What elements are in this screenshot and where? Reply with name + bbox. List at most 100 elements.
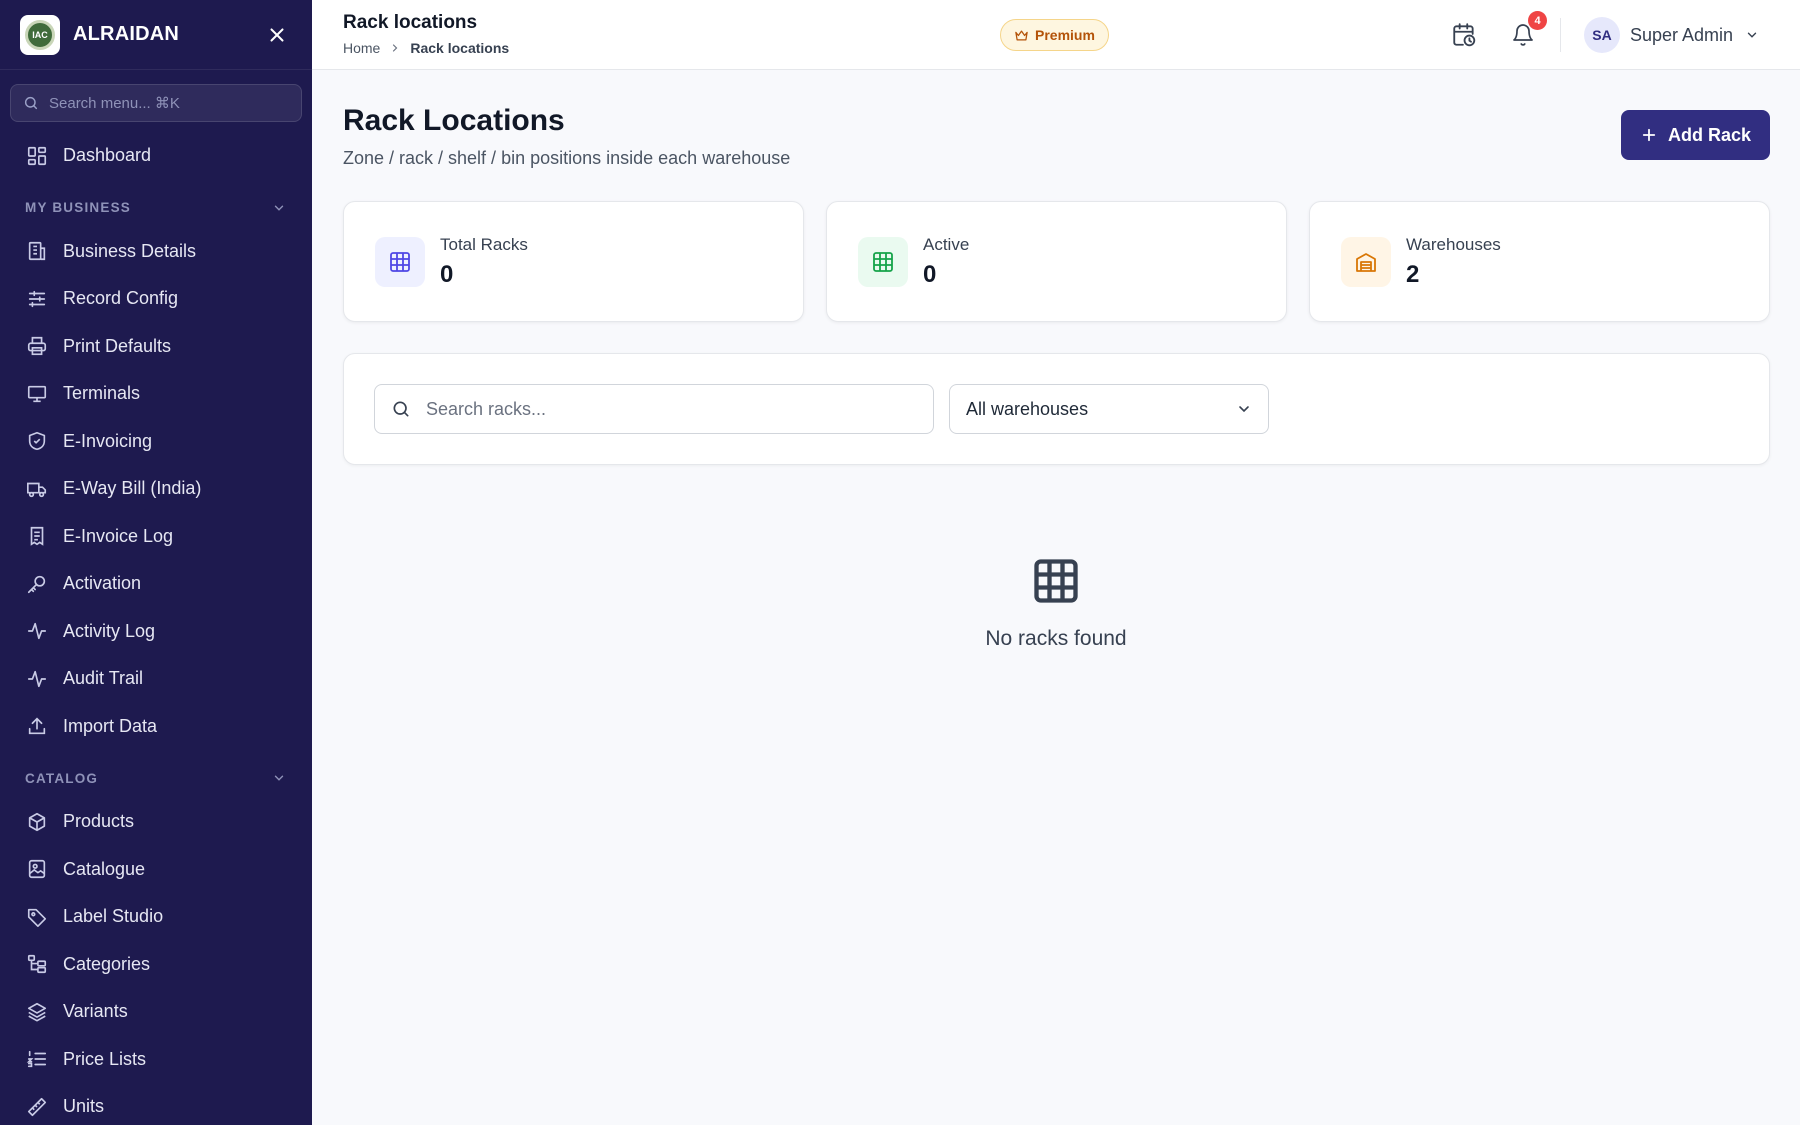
sidebar-item-label: Label Studio [63, 906, 164, 927]
key-icon [27, 575, 46, 593]
page-title: Rack Locations [343, 104, 565, 137]
stat-value: 0 [440, 261, 454, 288]
sidebar-item-activity-log[interactable]: Activity Log [0, 608, 312, 656]
add-rack-button[interactable]: Add Rack [1621, 110, 1770, 160]
sidebar-item-label-studio[interactable]: Label Studio [0, 893, 312, 941]
stat-icon-box [858, 237, 908, 287]
sidebar-item-label: E-Way Bill (India) [63, 478, 202, 499]
sidebar-item-price-lists[interactable]: Price Lists [0, 1036, 312, 1084]
chevron-down-icon [274, 775, 284, 781]
section-my-business[interactable]: MY BUSINESS [0, 188, 312, 228]
close-icon [270, 27, 284, 42]
ruler-icon [27, 1097, 47, 1116]
sidebar-item-terminals[interactable]: Terminals [0, 370, 312, 418]
empty-state: No racks found [312, 555, 1800, 651]
image-icon [28, 860, 46, 879]
sidebar-item-record-config[interactable]: Record Config [0, 275, 312, 323]
sliders-icon [28, 290, 46, 307]
truck-icon [27, 482, 47, 497]
sidebar-item-business-details[interactable]: Business Details [0, 228, 312, 276]
grid-icon [390, 252, 410, 272]
activity-icon [27, 623, 47, 640]
sidebar-item-e-invoice-log[interactable]: E-Invoice Log [0, 513, 312, 561]
close-sidebar-button[interactable] [262, 20, 292, 50]
sidebar-item-print-defaults[interactable]: Print Defaults [0, 323, 312, 371]
sidebar-item-label: Terminals [63, 383, 141, 404]
sidebar-item-label: Audit Trail [63, 668, 144, 689]
grid-icon [873, 252, 893, 272]
breadcrumb-home[interactable]: Home [343, 40, 380, 56]
sidebar-item-label: Business Details [63, 240, 197, 261]
user-menu[interactable]: SA Super Admin [1584, 17, 1759, 53]
chevron-down-icon [1745, 28, 1759, 42]
plus-icon [1642, 128, 1656, 142]
sidebar-item-e-invoicing[interactable]: E-Invoicing [0, 418, 312, 466]
dashboard-icon [27, 146, 47, 165]
rack-search[interactable] [374, 384, 934, 434]
stat-icon-box [1341, 237, 1391, 287]
logo-mark: IAC [25, 19, 55, 50]
section-catalog[interactable]: CATALOG [0, 758, 312, 798]
calendar-clock-icon [1453, 23, 1476, 47]
sidebar-item-variants[interactable]: Variants [0, 988, 312, 1036]
sidebar-search[interactable] [10, 84, 302, 122]
sidebar-item-dashboard[interactable]: Dashboard [0, 132, 312, 180]
building-icon [28, 242, 46, 261]
notifications-button[interactable]: 4 [1508, 11, 1547, 50]
sidebar-item-activation[interactable]: Activation [0, 560, 312, 608]
sidebar-item-label: E-Invoicing [63, 430, 153, 451]
sidebar-item-label: Activity Log [63, 620, 156, 641]
shield-check-icon [28, 432, 46, 451]
avatar: SA [1584, 17, 1620, 53]
folder-tree-icon [27, 955, 47, 974]
sidebar-item-categories[interactable]: Categories [0, 941, 312, 989]
premium-badge[interactable]: Premium [1000, 19, 1109, 51]
stat-card-warehouses: Warehouses 2 [1309, 201, 1770, 322]
stat-card-total-racks: Total Racks 0 [343, 201, 804, 322]
section-title: CATALOG [25, 770, 99, 786]
sidebar-item-products[interactable]: Products [0, 798, 312, 846]
sidebar-item-label: Catalogue [63, 858, 146, 879]
top-header: Rack locations Home Rack locations Premi… [312, 0, 1800, 70]
sidebar-item-label: Print Defaults [63, 335, 172, 356]
breadcrumb-current: Rack locations [410, 40, 510, 56]
header-divider [1560, 18, 1561, 52]
breadcrumb: Home Rack locations [343, 40, 509, 56]
stat-label: Active [923, 235, 970, 254]
brand-bar: IAC ALRAIDAN [0, 0, 312, 70]
sidebar-item-label: Import Data [63, 715, 158, 736]
chevron-down-icon [1239, 406, 1249, 413]
sidebar: IAC ALRAIDAN Dashboard MY BUSINESS Busin… [0, 0, 312, 1125]
layers-icon [27, 1002, 47, 1022]
sidebar-item-label: Units [63, 1096, 105, 1117]
chevron-right-icon [389, 42, 401, 54]
tag-icon [27, 908, 47, 927]
rack-search-input[interactable] [426, 398, 906, 420]
page-subtitle: Zone / rack / shelf / bin positions insi… [343, 148, 791, 168]
brand-name: ALRAIDAN [73, 23, 180, 45]
sidebar-item-label: Activation [63, 573, 142, 594]
sidebar-item-e-way-bill[interactable]: E-Way Bill (India) [0, 465, 312, 513]
sidebar-item-label: Categories [63, 953, 151, 974]
sidebar-search-input[interactable] [49, 94, 269, 112]
sidebar-item-label: Price Lists [63, 1048, 147, 1069]
list-ordered-icon [26, 1051, 47, 1068]
notification-count-badge: 4 [1528, 11, 1547, 30]
sidebar-item-catalogue[interactable]: Catalogue [0, 846, 312, 894]
warehouse-select[interactable]: All warehouses [949, 384, 1269, 434]
empty-state-text: No racks found [985, 627, 1127, 650]
calendar-clock-button[interactable] [1449, 20, 1479, 50]
sidebar-item-import-data[interactable]: Import Data [0, 703, 312, 751]
sidebar-item-label: Products [63, 811, 135, 832]
section-title: MY BUSINESS [25, 200, 131, 215]
brand-logo[interactable]: IAC [20, 14, 60, 55]
sidebar-item-label: Variants [63, 1001, 128, 1022]
sidebar-item-label: Record Config [63, 288, 179, 309]
sidebar-item-audit-trail[interactable]: Audit Trail [0, 655, 312, 703]
header-title: Rack locations [343, 12, 478, 33]
crown-icon [1015, 30, 1028, 40]
stat-label: Total Racks [440, 235, 528, 254]
stat-icon-box [375, 237, 425, 287]
sidebar-item-units[interactable]: Units [0, 1083, 312, 1125]
stat-value: 0 [923, 261, 937, 288]
